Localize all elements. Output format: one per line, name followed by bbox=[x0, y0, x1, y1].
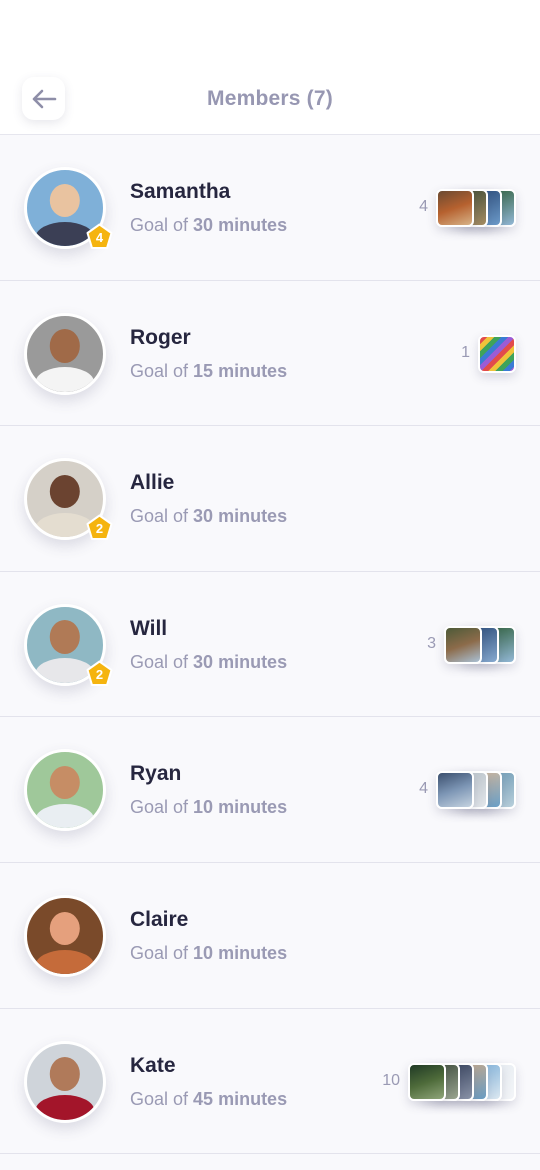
members-list: 4 Samantha Goal of 30 minutes 4 Roger Goal of… bbox=[0, 135, 540, 1155]
streak-badge: 2 bbox=[86, 660, 113, 687]
member-avatar[interactable] bbox=[24, 894, 106, 977]
member-goal: Goal of 30 minutes bbox=[130, 215, 287, 236]
member-goal: Goal of 45 minutes bbox=[130, 1089, 287, 1110]
goal-prefix: Goal of bbox=[130, 651, 194, 672]
activity-count: 1 bbox=[461, 343, 470, 361]
avatar-face bbox=[49, 620, 81, 654]
avatar-face bbox=[49, 183, 81, 218]
goal-prefix: Goal of bbox=[130, 797, 194, 818]
member-goal: Goal of 15 minutes bbox=[130, 361, 287, 382]
avatar-shoulders bbox=[35, 1095, 95, 1120]
member-avatar[interactable] bbox=[24, 312, 106, 395]
streak-badge: 4 bbox=[86, 223, 113, 250]
member-row[interactable]: 2 Allie Goal of 30 minutes bbox=[0, 426, 540, 572]
avatar-shoulders bbox=[35, 367, 95, 392]
member-name: Samantha bbox=[130, 180, 231, 203]
badge-count: 2 bbox=[95, 666, 104, 682]
goal-prefix: Goal of bbox=[130, 942, 194, 963]
activity-thumbnails[interactable] bbox=[444, 625, 516, 664]
goal-prefix: Goal of bbox=[130, 360, 194, 381]
member-name: Roger bbox=[130, 325, 191, 349]
goal-value: 45 minutes bbox=[193, 1088, 288, 1109]
goal-prefix: Goal of bbox=[130, 506, 194, 527]
goal-value: 30 minutes bbox=[193, 651, 288, 672]
member-avatar[interactable] bbox=[24, 1040, 106, 1123]
avatar-shoulders bbox=[35, 804, 95, 829]
activity-thumbnails[interactable] bbox=[436, 771, 516, 810]
activity-count: 4 bbox=[419, 198, 428, 215]
activity-thumbnails[interactable] bbox=[478, 334, 516, 373]
avatar-face bbox=[49, 474, 81, 509]
activity-thumbnail bbox=[478, 334, 516, 373]
streak-badge: 2 bbox=[86, 514, 113, 541]
badge-count: 4 bbox=[95, 230, 104, 245]
goal-value: 30 minutes bbox=[193, 215, 288, 235]
member-goal: Goal of 30 minutes bbox=[130, 652, 287, 673]
member-goal: Goal of 30 minutes bbox=[130, 506, 287, 527]
app-header: Members (7) bbox=[0, 0, 540, 135]
member-row[interactable]: 4 Samantha Goal of 30 minutes 4 bbox=[0, 135, 540, 281]
member-row[interactable]: Claire Goal of 10 minutes bbox=[0, 862, 540, 1009]
activity-thumbnails[interactable] bbox=[408, 1062, 516, 1101]
avatar-shoulders bbox=[35, 949, 95, 974]
member-name: Will bbox=[130, 616, 168, 640]
member-avatar[interactable] bbox=[24, 749, 106, 832]
member-name: Claire bbox=[130, 907, 189, 931]
member-name: Kate bbox=[130, 1053, 176, 1077]
goal-value: 10 minutes bbox=[193, 797, 288, 818]
avatar-face bbox=[49, 1057, 81, 1091]
avatar-face bbox=[49, 766, 81, 800]
member-row[interactable]: Ryan Goal of 10 minutes 4 bbox=[0, 717, 540, 863]
member-goal: Goal of 10 minutes bbox=[130, 797, 287, 818]
goal-value: 10 minutes bbox=[193, 942, 288, 963]
goal-value: 30 minutes bbox=[193, 506, 288, 527]
activity-count: 4 bbox=[419, 780, 428, 798]
goal-prefix: Goal of bbox=[130, 1088, 194, 1109]
member-name: Allie bbox=[130, 471, 175, 495]
page-title: Members (7) bbox=[207, 87, 333, 110]
avatar-face bbox=[49, 329, 81, 363]
activity-thumbnail bbox=[436, 771, 474, 810]
activity-thumbnail bbox=[408, 1062, 446, 1101]
activity-count: 10 bbox=[382, 1071, 400, 1089]
member-name: Ryan bbox=[130, 762, 182, 786]
goal-prefix: Goal of bbox=[130, 215, 194, 235]
goal-value: 15 minutes bbox=[193, 360, 288, 381]
member-row[interactable]: Roger Goal of 15 minutes 1 bbox=[0, 280, 540, 427]
member-row[interactable]: Kate Goal of 45 minutes 10 bbox=[0, 1008, 540, 1155]
member-goal: Goal of 10 minutes bbox=[130, 943, 287, 964]
activity-count: 3 bbox=[427, 634, 436, 652]
badge-count: 2 bbox=[95, 521, 104, 537]
activity-thumbnails[interactable] bbox=[436, 189, 516, 227]
member-row[interactable]: 2 Will Goal of 30 minutes 3 bbox=[0, 571, 540, 718]
activity-thumbnail bbox=[436, 189, 474, 227]
avatar-face bbox=[49, 911, 81, 946]
activity-thumbnail bbox=[444, 625, 482, 664]
